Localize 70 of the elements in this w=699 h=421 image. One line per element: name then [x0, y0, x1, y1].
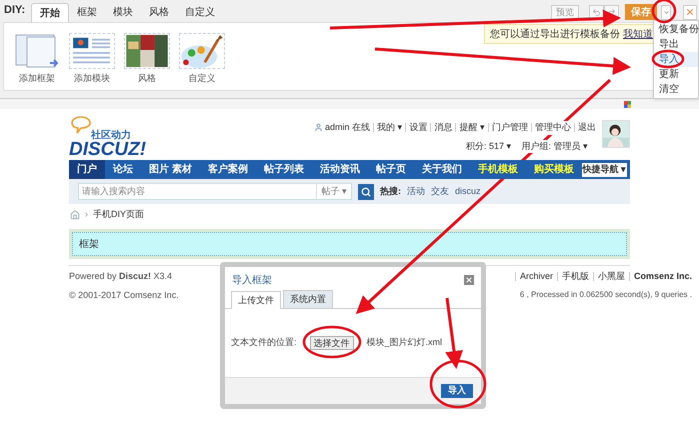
redo-icon [607, 8, 616, 16]
search-field[interactable]: 请输入搜索内容 帖子 ▾ [78, 183, 352, 200]
diy-label: DIY: [4, 2, 26, 18]
copyright-text: © 2001-2017 Comsenz Inc. [69, 288, 179, 302]
menu-item[interactable]: 导出 [654, 37, 698, 52]
tooltip-text: 您可以通过导出进行模板备份 [490, 28, 620, 42]
footer-link[interactable]: 手机版 [562, 270, 589, 284]
search-icon [361, 186, 371, 196]
search-button[interactable] [358, 184, 374, 200]
logo-slogan: 社区动力 [91, 128, 131, 142]
dialog-title: 导入框架 [232, 274, 272, 288]
diy-tab[interactable]: 开始 [31, 3, 70, 22]
dialog-close-button[interactable] [464, 275, 474, 285]
diy-tool[interactable]: 添加框架 [14, 33, 60, 90]
hot-search-link[interactable]: 交友 [431, 184, 449, 198]
close-icon [685, 7, 695, 17]
hot-search-link[interactable]: discuz [455, 184, 481, 198]
menu-item[interactable]: 恢复备份 [654, 22, 698, 37]
user-link[interactable]: admin 在线 [324, 121, 370, 134]
user-stat[interactable]: 积分: 517 ▾ [466, 140, 512, 153]
user-link[interactable]: 门户管理 [492, 121, 528, 134]
file-name: 模块_图片幻灯.xml [366, 336, 442, 350]
menu-item[interactable]: 更新 [654, 67, 698, 82]
diy-tab[interactable]: 风格 [141, 3, 178, 22]
diy-tool[interactable]: 风格 [124, 33, 170, 90]
diy-tab[interactable]: 自定义 [177, 3, 224, 22]
footer-stats-text: 6 , Processed in 0.062500 second(s), 9 queries . [520, 288, 692, 300]
hot-search-label: 热搜: [380, 184, 401, 198]
user-icon [314, 123, 323, 132]
hot-search-link[interactable]: 活动 [407, 184, 425, 198]
annotation-circle [430, 360, 486, 408]
module-icon [69, 33, 115, 69]
annotation-circle [652, 50, 684, 68]
annotation-circle [302, 326, 362, 358]
palette-icon [179, 33, 225, 69]
undo-icon [592, 8, 601, 16]
powered-by-text: Powered by Discuz! X3.4 [69, 270, 174, 283]
user-link[interactable]: 管理中心 [535, 121, 571, 134]
footer-link[interactable]: Archiver [520, 270, 553, 284]
save-options-button[interactable] [661, 4, 671, 20]
logo: DISCUZ! [69, 140, 146, 159]
color-grid-icon [624, 100, 631, 108]
dialog-tab[interactable]: 系统内置 [283, 290, 333, 308]
dialog-tab[interactable]: 上传文件 [231, 291, 281, 309]
search-scope-select[interactable]: 帖子 ▾ [316, 184, 351, 199]
home-icon [70, 210, 80, 220]
style-thumbnail-icon [124, 33, 170, 69]
logo-bubble-icon [71, 116, 91, 134]
diy-tab[interactable]: 框架 [69, 3, 106, 22]
user-link[interactable]: 提醒 ▾ [459, 121, 485, 134]
breadcrumb-link[interactable]: 手机DIY页面 [93, 208, 144, 222]
import-button[interactable]: 导入 [441, 384, 473, 398]
frame-label: 框架 [79, 238, 99, 252]
close-button[interactable] [683, 4, 697, 20]
diy-tab[interactable]: 模块 [105, 3, 142, 22]
tooltip-link[interactable]: 我知道 [623, 26, 653, 42]
menu-item[interactable]: 清空 [654, 82, 698, 97]
caret-icon [662, 8, 670, 16]
breadcrumb-separator: › [85, 208, 88, 222]
footer-link[interactable]: Comsenz Inc. [634, 270, 692, 284]
user-link[interactable]: 消息 [434, 121, 452, 134]
choose-file-button[interactable]: 选择文件 [310, 336, 354, 350]
user-link[interactable]: 我的 ▾ [376, 121, 402, 134]
frame-icon [14, 33, 60, 69]
diy-tool[interactable]: 自定义 [179, 33, 225, 90]
user-stat[interactable]: 用户组: 管理员 ▾ [521, 140, 588, 153]
quick-nav-button[interactable]: 快捷导航 ▾ [582, 162, 627, 176]
diy-tool[interactable]: 添加模块 [69, 33, 115, 90]
nav-item[interactable]: 门户 [69, 160, 105, 179]
footer-link[interactable]: 小黑屋 [598, 270, 625, 284]
